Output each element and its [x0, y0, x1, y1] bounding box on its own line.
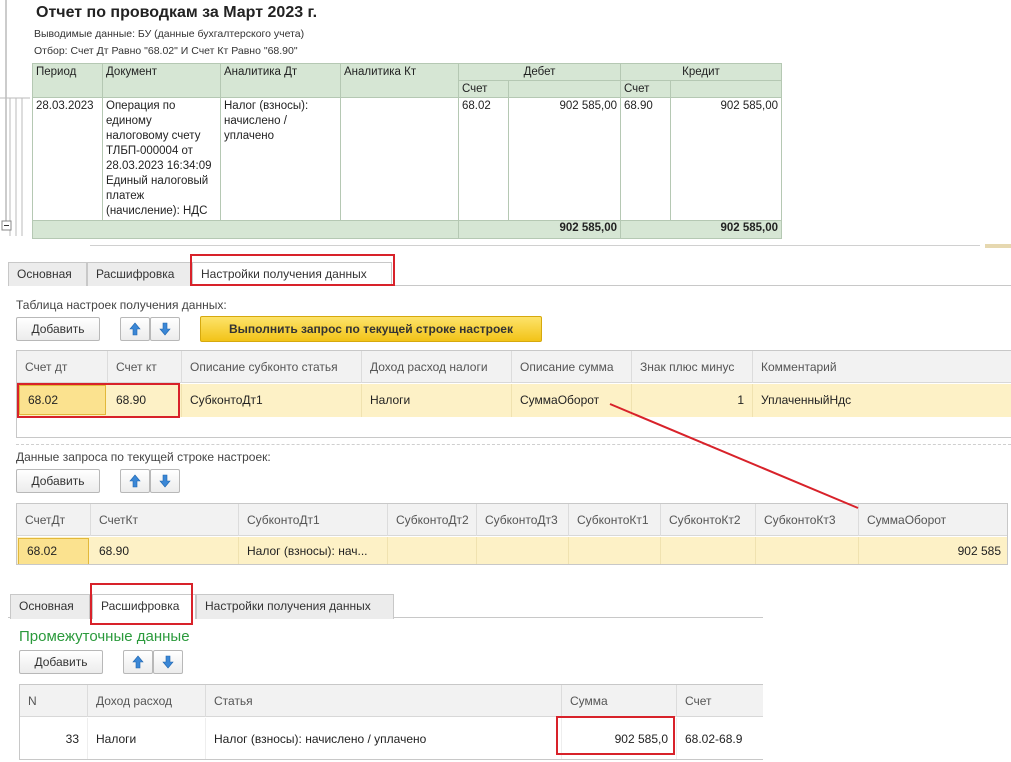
intermediate-title: Промежуточные данные — [19, 628, 190, 645]
tab2-main[interactable]: Основная — [10, 594, 90, 619]
icol-income-expense[interactable]: Доход расход — [88, 685, 206, 717]
intermediate-row[interactable]: 33 Налоги Налог (взносы): начислено / уп… — [20, 718, 763, 759]
icell-income-expense[interactable]: Налоги — [88, 718, 206, 759]
intermediate-move-down-button[interactable] — [153, 650, 183, 674]
icol-n[interactable]: N — [20, 685, 88, 717]
icell-article[interactable]: Налог (взносы): начислено / уплачено — [206, 718, 562, 759]
tab2-decoding[interactable]: Расшифровка — [92, 594, 196, 619]
add-intermediate-button[interactable]: Добавить — [19, 650, 103, 674]
icell-n[interactable]: 33 — [20, 718, 88, 759]
intermediate-grid: N Доход расход Статья Сумма Счет 33 Нало… — [19, 684, 763, 760]
tab2-data-settings[interactable]: Настройки получения данных — [196, 594, 394, 619]
intermediate-move-up-button[interactable] — [123, 650, 153, 674]
icol-article[interactable]: Статья — [206, 685, 562, 717]
icol-account[interactable]: Счет — [677, 685, 763, 717]
icol-sum[interactable]: Сумма — [562, 685, 677, 717]
tabs-bottom: Основная Расшифровка Настройки получения… — [8, 592, 763, 619]
icell-sum[interactable]: 902 585,0 — [562, 718, 677, 759]
arrow-down-icon — [162, 655, 174, 669]
icell-account[interactable]: 68.02-68.9 — [677, 718, 763, 759]
annotation-arrow — [609, 403, 859, 509]
arrow-up-icon — [132, 655, 144, 669]
